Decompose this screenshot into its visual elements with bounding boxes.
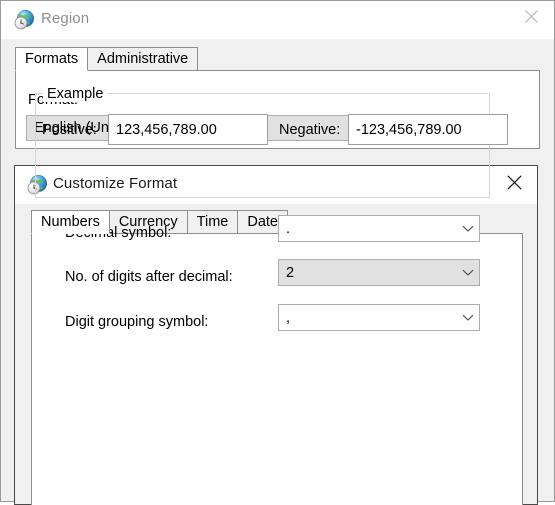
positive-example-field[interactable]: 123,456,789.00 [108, 114, 268, 145]
chevron-down-icon [457, 268, 479, 277]
chevron-down-icon [457, 224, 479, 233]
tab-administrative-label: Administrative [97, 51, 189, 67]
tab-numbers-label: Numbers [41, 214, 100, 230]
digit-grouping-symbol-combobox[interactable]: , [278, 304, 480, 331]
digit-grouping-symbol-label: Digit grouping symbol: [65, 314, 209, 330]
tab-formats-label: Formats [25, 51, 79, 67]
close-icon [506, 174, 523, 194]
negative-example-field[interactable]: -123,456,789.00 [348, 114, 508, 145]
tab-time[interactable]: Time [186, 210, 239, 233]
digits-after-decimal-label: No. of digits after decimal: [65, 269, 233, 285]
region-titlebar[interactable]: Region [1, 1, 554, 39]
tab-numbers[interactable]: Numbers [31, 210, 110, 234]
region-close-button[interactable] [508, 3, 554, 33]
customize-format-close-button[interactable] [491, 169, 537, 199]
digits-after-decimal-combobox-value: 2 [286, 264, 295, 281]
region-window-title: Region [41, 10, 90, 27]
tab-administrative[interactable]: Administrative [87, 47, 199, 70]
decimal-symbol-combobox[interactable]: . [278, 215, 480, 242]
decimal-symbol-combobox-value: . [286, 220, 291, 237]
example-groupbox-legend: Example [43, 86, 108, 102]
tab-date-label: Date [247, 214, 278, 230]
digits-after-decimal-combobox[interactable]: 2 [278, 259, 480, 286]
digit-grouping-symbol-combobox-value: , [286, 309, 291, 326]
region-globe-clock-icon [13, 9, 35, 31]
example-groupbox [35, 93, 490, 198]
chevron-down-icon [457, 313, 479, 322]
positive-label: Positive: [42, 122, 97, 138]
tab-time-label: Time [196, 214, 229, 230]
close-icon [524, 9, 539, 27]
tab-formats[interactable]: Formats [15, 47, 89, 71]
negative-label: Negative: [279, 122, 341, 138]
region-tabstrip: Formats Administrative [15, 47, 541, 71]
